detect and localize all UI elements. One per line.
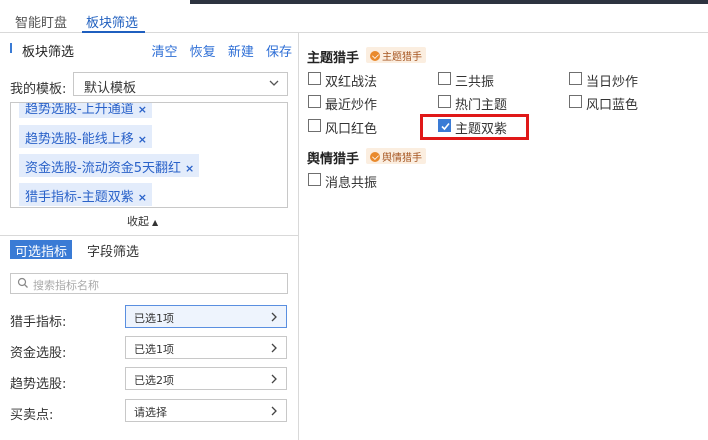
chevron-right-icon (271, 343, 277, 353)
badge-icon (370, 51, 380, 61)
filter-value: 请选择 (134, 406, 167, 419)
checkbox[interactable] (308, 119, 321, 132)
checkbox-label: 三共振 (455, 75, 495, 90)
checkbox-label: 当日炒作 (586, 75, 639, 90)
template-select-value: 默认模板 (84, 81, 137, 96)
filter-select-fund[interactable]: 已选1项 (125, 336, 287, 359)
close-icon[interactable]: × (138, 191, 147, 204)
tag-item[interactable]: 资金选股-流动资金5天翻红 × (19, 154, 200, 177)
clear-button[interactable]: 清空 (152, 45, 178, 60)
filter-select-trade-point[interactable]: 请选择 (125, 399, 287, 422)
new-button[interactable]: 新建 (228, 45, 254, 60)
tag-label: 资金选股-流动资金5天翻红 (25, 161, 181, 176)
badge-label: 主题猎手 (382, 52, 422, 63)
chevron-right-icon (271, 406, 277, 416)
checkbox-label: 热门主题 (455, 98, 508, 113)
filter-select-trend[interactable]: 已选2项 (125, 367, 287, 390)
group-badge: 舆情猎手 (366, 148, 426, 164)
search-input[interactable]: 搜索指标名称 (10, 273, 288, 294)
collapse-label: 收起 (127, 215, 149, 228)
tag-label: 趋势选股-上升通道 (25, 102, 134, 117)
checkbox[interactable] (308, 173, 321, 186)
left-panel: 板块筛选 清空 恢复 新建 保存 我的模板: 默认模板 趋势选股-上升通道 × 趋… (0, 33, 299, 440)
checkbox[interactable] (569, 72, 582, 85)
search-icon (17, 277, 28, 288)
caret-up-icon: ▲ (152, 218, 159, 227)
checkbox[interactable] (438, 72, 451, 85)
tab-available-indicators[interactable]: 可选指标 (10, 240, 73, 260)
close-icon[interactable]: × (138, 103, 147, 116)
filter-label-fund: 资金选股: (10, 346, 67, 361)
filter-value: 已选1项 (134, 312, 174, 325)
filter-label-trade-point: 买卖点: (10, 408, 54, 423)
template-select[interactable]: 默认模板 (73, 72, 288, 96)
checkbox-label: 风口红色 (325, 122, 378, 137)
section-divider (0, 235, 298, 236)
search-placeholder: 搜索指标名称 (33, 279, 99, 292)
chevron-right-icon (271, 374, 277, 384)
checkbox[interactable] (569, 95, 582, 108)
chevron-down-icon (269, 80, 279, 86)
section-title: 板块筛选 (22, 45, 75, 60)
tab-sector-filter[interactable]: 板块筛选 (86, 12, 138, 31)
checkbox-label: 消息共振 (325, 176, 378, 191)
checkbox[interactable] (438, 95, 451, 108)
filter-select-hunter[interactable]: 已选1项 (125, 305, 287, 328)
checkbox-label: 风口蓝色 (586, 98, 639, 113)
restore-button[interactable]: 恢复 (190, 45, 216, 60)
section-actions: 清空 恢复 新建 保存 (144, 41, 292, 60)
filter-value: 已选1项 (134, 343, 174, 356)
filter-label-trend: 趋势选股: (10, 377, 67, 392)
close-icon[interactable]: × (185, 162, 194, 175)
tab-field-filter[interactable]: 字段筛选 (82, 240, 144, 260)
badge-icon (370, 152, 380, 162)
checkbox-label: 双红战法 (325, 75, 378, 90)
group-title-sentiment-hunter: 舆情猎手 (307, 152, 360, 167)
checkbox[interactable] (308, 95, 321, 108)
filter-value: 已选2项 (134, 374, 174, 387)
group-badge: 主题猎手 (366, 47, 426, 63)
tag-item[interactable]: 趋势选股-上升通道 × (19, 102, 152, 118)
selected-tags-box: 趋势选股-上升通道 × 趋势选股-能线上移 × 资金选股-流动资金5天翻红 × 猎手指… (10, 102, 288, 208)
group-title-theme-hunter: 主题猎手 (307, 51, 360, 66)
collapse-toggle[interactable]: 收起 ▲ (127, 213, 158, 229)
tag-item[interactable]: 趋势选股-能线上移 × (19, 125, 152, 148)
tag-label: 趋势选股-能线上移 (25, 132, 134, 147)
save-button[interactable]: 保存 (266, 45, 292, 60)
chevron-right-icon (271, 312, 277, 322)
checkbox-label: 最近炒作 (325, 98, 378, 113)
badge-label: 舆情猎手 (382, 153, 422, 164)
section-header: 板块筛选 清空 恢复 新建 保存 (0, 33, 298, 63)
main-tab-bar: 智能盯盘 板块筛选 (0, 4, 708, 33)
tag-label: 猎手指标-主题双紫 (25, 190, 134, 205)
checkbox[interactable] (308, 72, 321, 85)
template-label: 我的模板: (10, 82, 67, 97)
tag-item[interactable]: 猎手指标-主题双紫 × (19, 183, 152, 206)
right-panel: 主题猎手 主题猎手 双红战法 三共振 当日炒作 最近炒作 热门主题 风口蓝色 风… (299, 33, 708, 440)
filter-label-hunter: 猎手指标: (10, 315, 67, 330)
close-icon[interactable]: × (138, 133, 147, 146)
section-marker (10, 43, 12, 53)
highlight-box (420, 114, 529, 140)
tab-smart-watch[interactable]: 智能盯盘 (15, 12, 67, 31)
